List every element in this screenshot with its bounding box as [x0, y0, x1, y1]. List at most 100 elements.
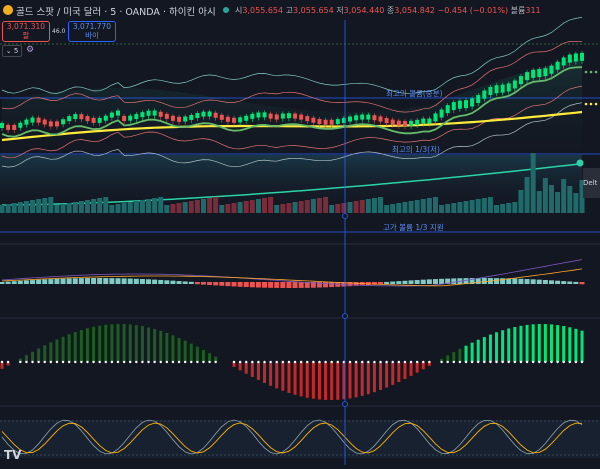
volume-bar [542, 178, 548, 213]
volume-bar [200, 199, 206, 213]
macd-hist-bar [78, 278, 84, 284]
volume-bar [225, 204, 231, 213]
candle-body [543, 68, 548, 77]
low-value: 3,054.440 [343, 6, 385, 15]
macd-hist-bar [243, 282, 249, 288]
zero-dot [25, 360, 28, 364]
volume-bar [390, 204, 396, 213]
chart-stage[interactable]: 최고의 볼륨(중분) 최고의 1/3(저) 고가 볼륨 1/3 지원 [0, 0, 600, 465]
momentum-bar [73, 332, 77, 362]
candle-body [232, 117, 236, 123]
candle-body [366, 114, 371, 120]
candle-body [274, 114, 279, 120]
candle-body [122, 115, 127, 121]
zero-dot [556, 360, 559, 364]
sell-label: 팔 [22, 31, 30, 40]
zero-dot [0, 360, 4, 364]
volume-bar [5, 204, 11, 213]
volume-bar [36, 199, 42, 213]
close-value: 3,054.842 [394, 6, 436, 15]
macd-hist-bar [439, 278, 445, 284]
momentum-bar [153, 329, 157, 362]
momentum-bar [464, 345, 468, 362]
macd-hist-bar [567, 281, 573, 284]
macd-hist-bar [36, 279, 42, 284]
momentum-bar [147, 327, 151, 362]
macd-hist-bar [524, 279, 530, 284]
crosshair-marker [342, 401, 348, 407]
indicators-toggle-button[interactable]: ⌄ 5 [2, 45, 22, 57]
candle-body [470, 98, 475, 107]
volume-bar [426, 198, 432, 213]
candle-body [67, 116, 72, 122]
candle-body [561, 57, 566, 66]
zero-dot [293, 360, 297, 364]
volume-bar [481, 198, 487, 213]
settings-gear-icon[interactable]: ⚙ [26, 45, 34, 55]
zero-dot [269, 360, 272, 364]
momentum-bar [513, 326, 517, 362]
volume-bar [439, 205, 445, 213]
macd-hist-bar [414, 280, 420, 284]
volume-bar [42, 198, 48, 213]
buy-button[interactable]: 3,071.770 바이 [68, 21, 116, 42]
macd-hist-bar [115, 278, 121, 284]
macd-hist-bar [158, 279, 164, 284]
volume-bar [408, 201, 414, 213]
candle-body [439, 109, 444, 118]
momentum-bar [305, 362, 309, 398]
momentum-bar [104, 324, 108, 362]
candle-body [555, 61, 560, 70]
momentum-bar [531, 324, 535, 362]
momentum-bar [92, 326, 96, 362]
buy-price: 3,071.770 [72, 22, 112, 31]
macd-hist-bar [5, 281, 11, 284]
candle-body [445, 105, 450, 114]
zero-dot [238, 360, 242, 364]
candle-body [396, 120, 401, 126]
chart-canvas[interactable]: 최고의 볼륨(중분) 최고의 1/3(저) 고가 볼륨 1/3 지원 [0, 0, 600, 465]
macd-hist-bar [426, 279, 432, 284]
momentum-bar [562, 326, 566, 362]
zero-dot [159, 360, 162, 364]
candle-body [219, 114, 224, 120]
momentum-bar [67, 334, 71, 362]
candle-body [457, 100, 462, 109]
macd-hist-bar [384, 281, 390, 284]
macd-hist-bar [280, 282, 286, 288]
zero-dot [354, 360, 358, 364]
candle-body [116, 110, 120, 116]
sell-button[interactable]: 3,071.310 팔 [2, 21, 50, 42]
volume-bar [384, 205, 390, 213]
zero-dot [544, 360, 547, 364]
zero-dot [415, 360, 419, 364]
zero-dot [129, 360, 132, 364]
macd-hist-bar [518, 278, 524, 284]
candle-body [323, 119, 328, 125]
candle-body [250, 113, 255, 119]
volume-bar [249, 200, 255, 213]
projection-dot [584, 102, 588, 106]
macd-hist-bar [176, 281, 182, 284]
support-label: 고가 볼륨 1/3 지원 [383, 223, 444, 232]
zero-dot [281, 360, 285, 364]
candle-body [91, 117, 96, 123]
open-value: 3,055.654 [242, 6, 284, 15]
zero-dot [177, 360, 181, 364]
candle-body [525, 72, 530, 81]
candle-body [73, 114, 78, 120]
zero-dot [299, 360, 303, 364]
symbol-title[interactable]: 골드 스팟 / 미국 달러 · 5 · OANDA · 하이킨 아시 [16, 4, 216, 18]
volume-bar [304, 200, 310, 213]
momentum-bar [201, 349, 205, 362]
zero-dot [568, 360, 571, 364]
momentum-bar [128, 324, 132, 362]
zero-dot [464, 360, 468, 364]
momentum-bar [379, 362, 383, 391]
momentum-bar [568, 327, 572, 362]
momentum-bar [354, 362, 358, 398]
momentum-bar [458, 348, 462, 362]
macd-hist-bar [23, 280, 29, 284]
candle-body [164, 113, 169, 119]
volume-bar [310, 199, 316, 213]
